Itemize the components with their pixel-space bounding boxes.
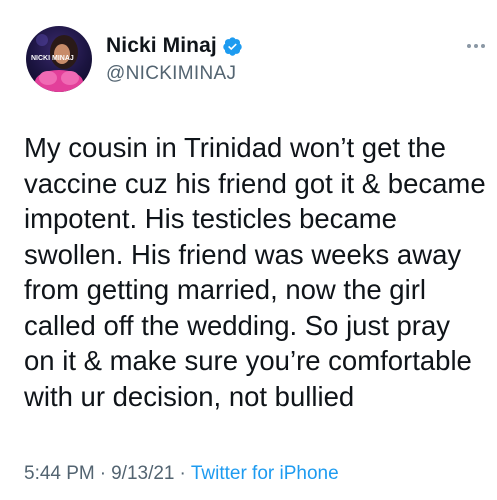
tweet-text-line: vaccine cuz his friend got it & became <box>24 167 486 199</box>
avatar[interactable]: NICKI MINAJ <box>26 26 92 92</box>
tweet-text-line: on it & make sure you’re comfortable <box>24 345 472 376</box>
tweet-time[interactable]: 5:44 PM <box>24 463 95 484</box>
tweet-date[interactable]: 9/13/21 <box>111 463 174 484</box>
tweet-text-line: with ur decision, not bullied <box>24 380 355 412</box>
tweet-source-link[interactable]: Twitter for iPhone <box>191 463 339 484</box>
meta-separator: · <box>179 463 186 484</box>
handle[interactable]: @NICKIMINAJ <box>106 63 243 85</box>
tweet-card: NICKI MINAJ Nicki Minaj @NICKIMINAJ My c… <box>0 0 497 500</box>
meta-separator: · <box>99 463 107 484</box>
tweet-text-line: My cousin in Trinidad won’t get the <box>24 132 446 163</box>
verified-badge-icon <box>222 36 243 57</box>
author-block: Nicki Minaj @NICKIMINAJ <box>106 34 243 85</box>
more-options-icon[interactable] <box>467 44 485 48</box>
tweet-text-line: from getting married, now the girl <box>24 274 426 305</box>
avatar-logo-text: NICKI MINAJ <box>31 55 74 62</box>
tweet-text-line: impotent. His testicles became <box>24 203 397 234</box>
display-name-row: Nicki Minaj <box>106 34 243 58</box>
tweet-text: My cousin in Trinidad won’t get the vacc… <box>24 130 497 414</box>
display-name[interactable]: Nicki Minaj <box>106 34 217 58</box>
tweet-text-line: called off the wedding. So just pray <box>24 309 451 341</box>
profile-photo-icon: NICKI MINAJ <box>31 34 83 92</box>
tweet-meta: 5:44 PM · 9/13/21 · Twitter for iPhone <box>24 463 339 485</box>
tweet-text-line: swollen. His friend was weeks away <box>24 238 462 270</box>
